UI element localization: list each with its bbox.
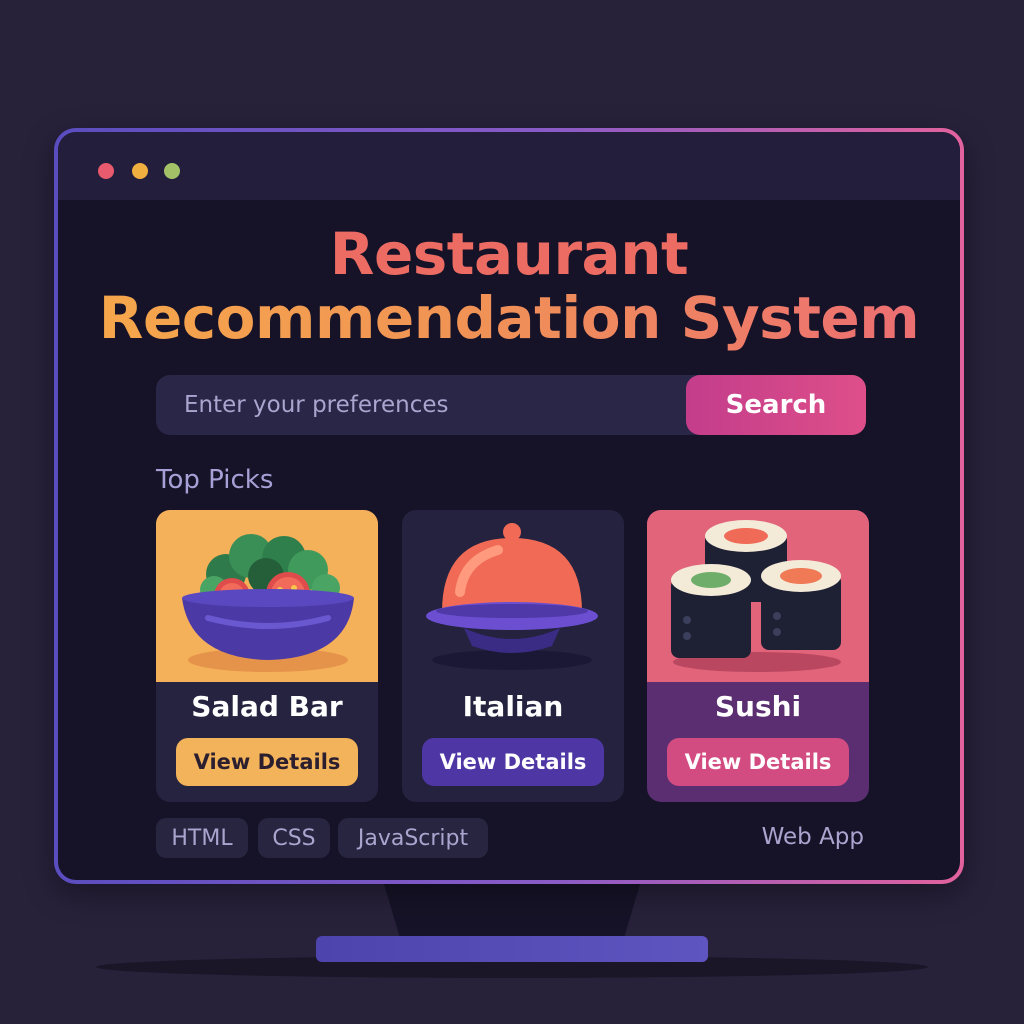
salad-bowl-icon [156, 510, 378, 682]
search-bar: Search [156, 375, 866, 435]
page-title-line2: Recommendation System [58, 284, 960, 352]
card-title: Salad Bar [191, 690, 343, 723]
footer-label: Web App [761, 824, 864, 850]
view-details-button[interactable]: View Details [176, 738, 358, 786]
view-details-button[interactable]: View Details [667, 738, 849, 786]
sushi-icon [647, 510, 869, 682]
card-title: Sushi [714, 690, 802, 723]
monitor-stand-base [316, 936, 708, 962]
monitor-frame: Restaurant Recommendation System Search … [54, 128, 964, 884]
tag-javascript: JavaScript [338, 818, 488, 858]
close-dot-icon[interactable] [98, 163, 114, 179]
minimize-dot-icon[interactable] [132, 163, 148, 179]
cloche-icon [402, 510, 624, 682]
search-button[interactable]: Search [686, 375, 866, 435]
restaurant-card-sushi: Sushi View Details [647, 510, 869, 802]
view-details-button[interactable]: View Details [422, 738, 604, 786]
card-title: Italian [462, 690, 564, 723]
window-titlebar [58, 132, 960, 200]
restaurant-card-italian: Italian View Details [402, 510, 624, 802]
restaurant-card-salad-bar: Salad Bar View Details [156, 510, 378, 802]
maximize-dot-icon[interactable] [164, 163, 180, 179]
page-title-line1: Restaurant [329, 220, 689, 288]
tag-html: HTML [156, 818, 248, 858]
search-input[interactable] [156, 375, 686, 435]
app-window: Restaurant Recommendation System Search … [58, 132, 960, 880]
tag-css: CSS [258, 818, 330, 858]
monitor-stand-neck [384, 884, 640, 936]
top-picks-heading: Top Picks [156, 465, 274, 495]
